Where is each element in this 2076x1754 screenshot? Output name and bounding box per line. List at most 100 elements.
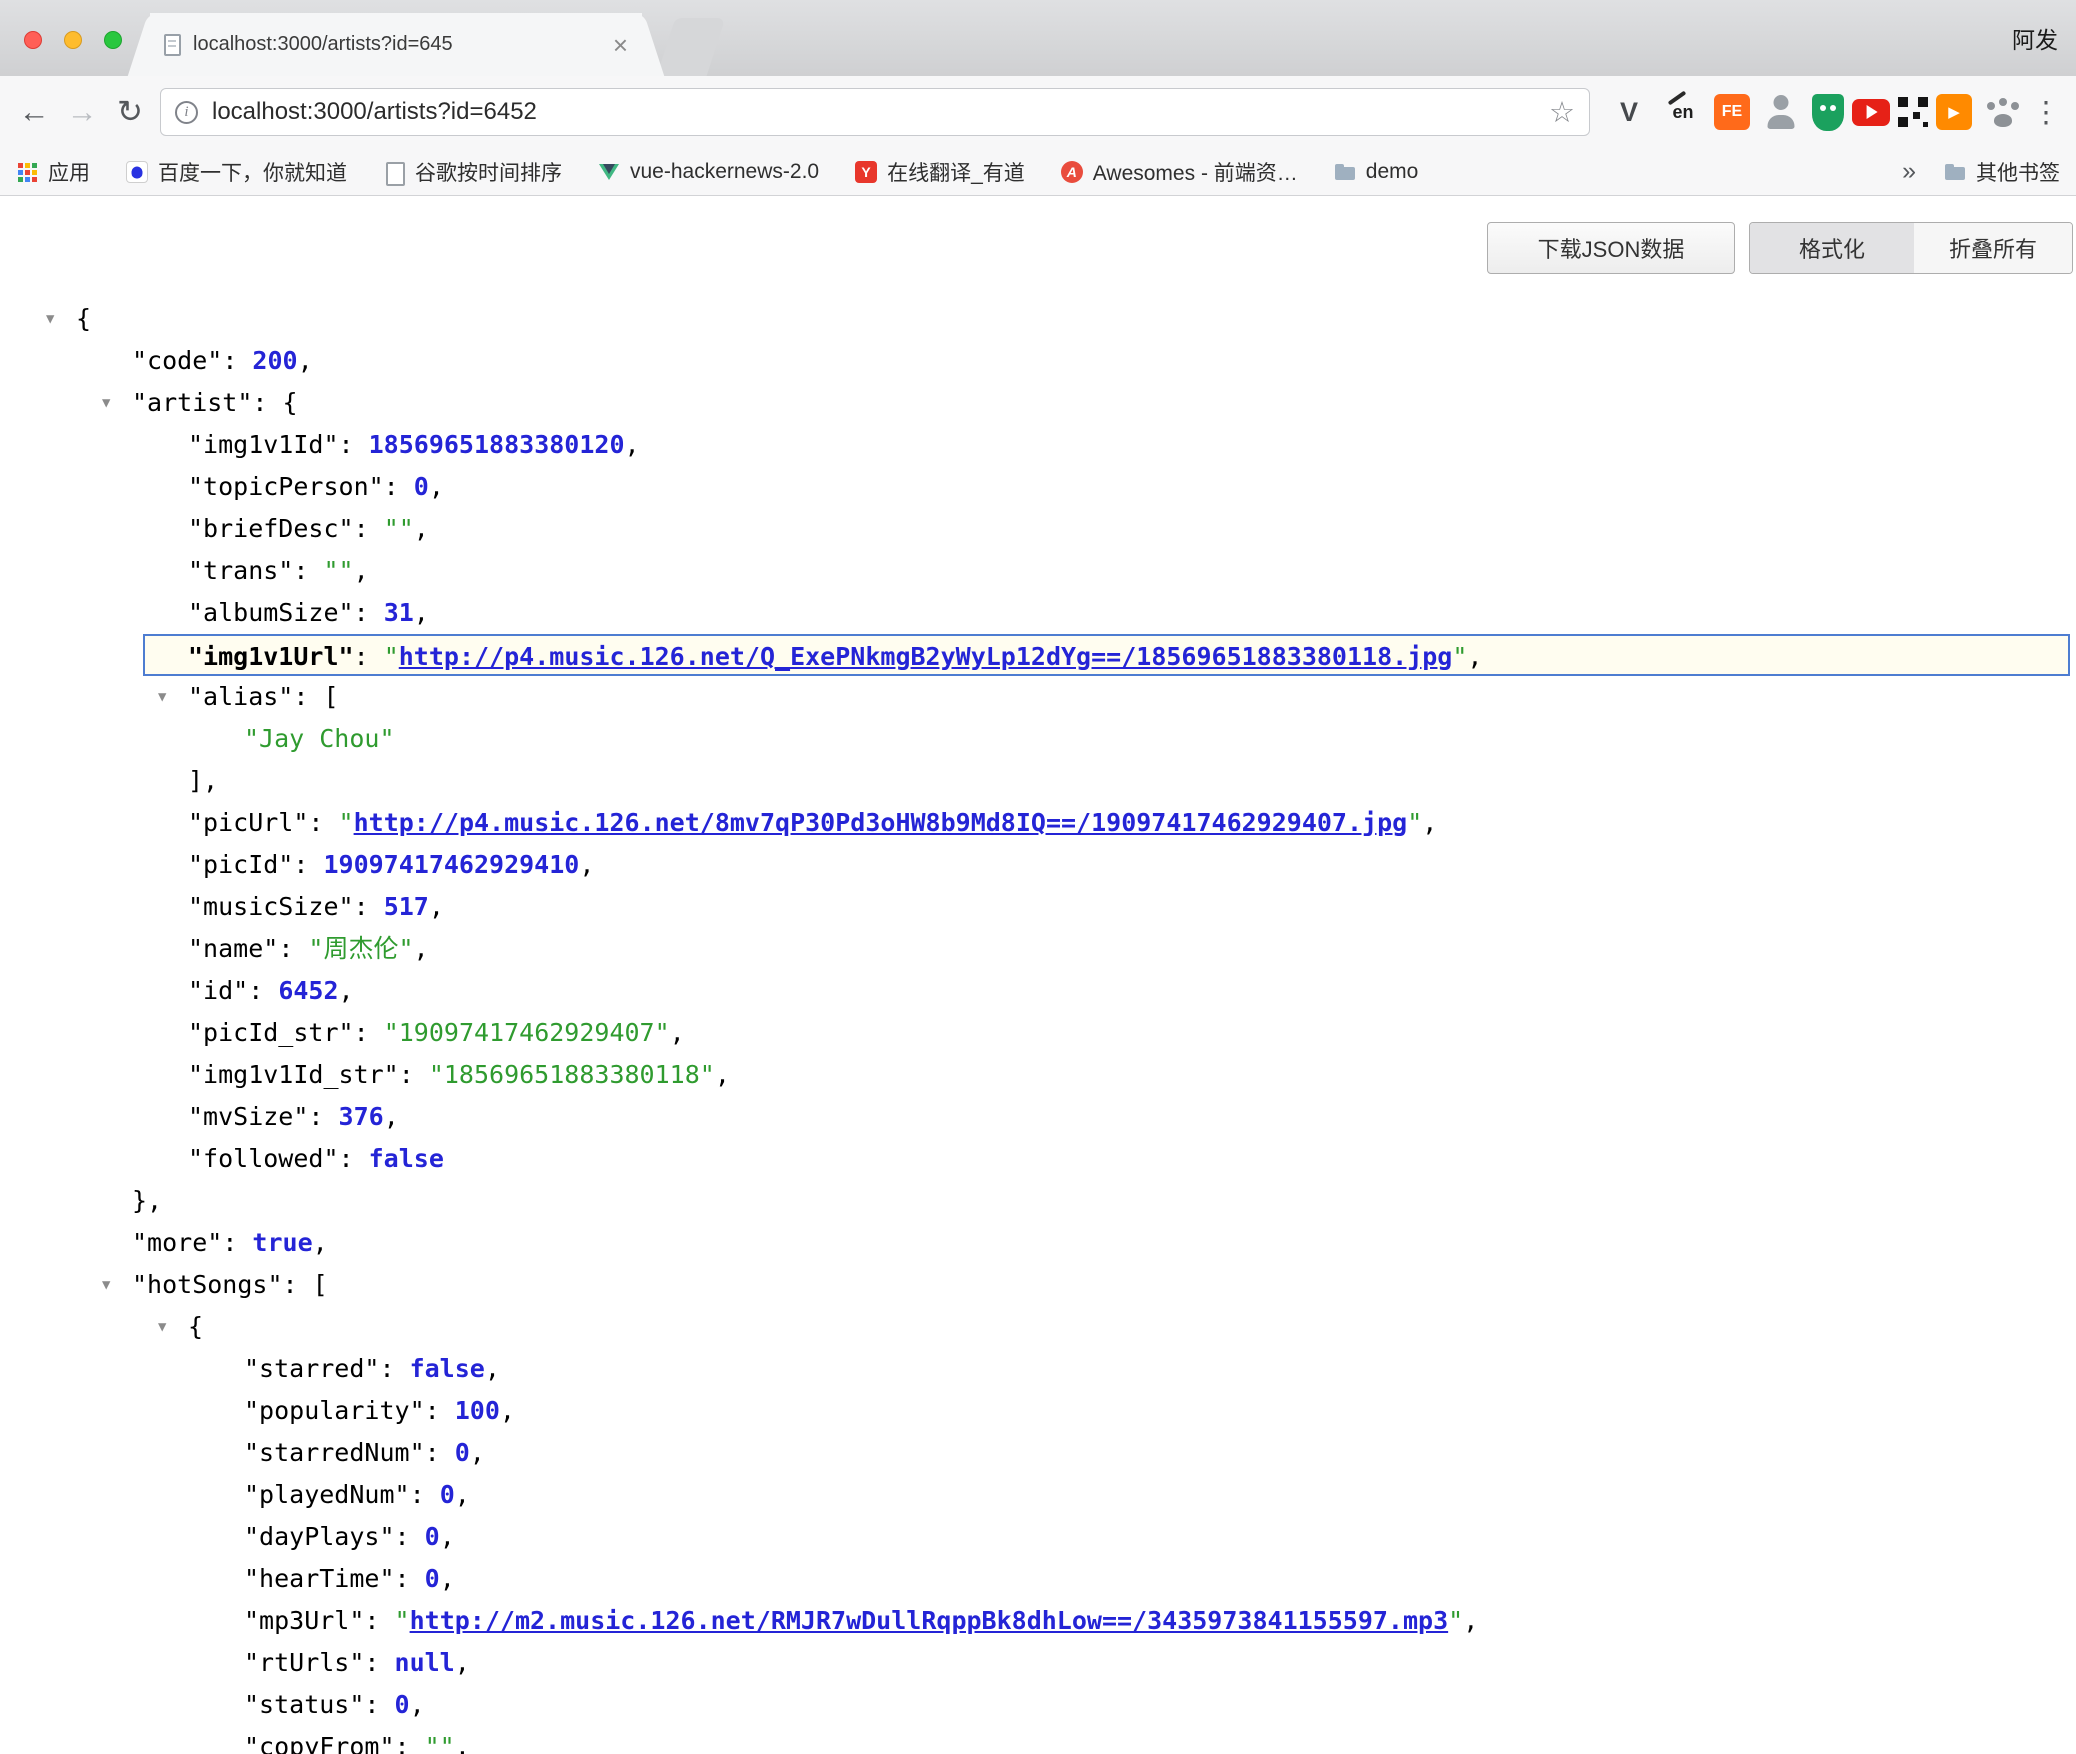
bookmark-awesomes[interactable]: AAwesomes - 前端资… [1061, 157, 1298, 187]
json-key: "picId" [188, 850, 293, 879]
window-minimize-icon[interactable] [64, 31, 82, 49]
json-value-string: "" [384, 514, 414, 543]
json-punctuation: : [354, 892, 384, 921]
download-json-button[interactable]: 下载JSON数据 [1487, 222, 1735, 274]
reload-icon[interactable]: ↻ [106, 88, 154, 136]
back-icon[interactable]: ← [10, 88, 58, 136]
json-punctuation: : [379, 1354, 409, 1383]
bookmarks-overflow-icon[interactable]: » [1902, 157, 1916, 186]
json-punctuation: : [293, 850, 323, 879]
bookmark-apps[interactable]: 应用 [16, 157, 90, 187]
json-line: "hearTime": 0, [0, 1558, 2076, 1600]
json-line: "name": "周杰伦", [0, 928, 2076, 970]
bookmark-demo[interactable]: demo [1334, 160, 1419, 184]
json-line: "id": 6452, [0, 970, 2076, 1012]
bookmark-label: 百度一下，你就知道 [158, 157, 347, 187]
fe-icon[interactable]: FE [1714, 94, 1750, 130]
bookmark-google-time-sort[interactable]: 谷歌按时间排序 [383, 157, 562, 187]
json-value-number: 6452 [278, 976, 338, 1005]
json-punctuation: , [384, 1102, 399, 1131]
tab-close-icon[interactable]: × [613, 32, 628, 58]
window-zoom-icon[interactable] [104, 31, 122, 49]
browser-tab[interactable]: localhost:3000/artists?id=645 × [150, 13, 642, 76]
tab-title: localhost:3000/artists?id=645 [193, 33, 601, 56]
json-line: "topicPerson": 0, [0, 466, 2076, 508]
browser-menu-icon[interactable]: ⋮ [2026, 95, 2066, 130]
json-value-string: "" [323, 556, 353, 585]
json-punctuation: , [715, 1060, 730, 1089]
youdao-icon: Y [855, 161, 877, 183]
json-key: "img1v1Id" [188, 430, 339, 459]
collapse-caret-icon[interactable]: ▼ [158, 676, 166, 718]
bookmark-vue-hackernews[interactable]: vue-hackernews-2.0 [598, 160, 819, 184]
json-key: "img1v1Url" [188, 642, 354, 671]
json-line: "picId_str": "19097417462929407", [0, 1012, 2076, 1054]
other-bookmarks-folder[interactable]: 其他书签 [1944, 157, 2060, 187]
bookmark-star-icon[interactable]: ☆ [1549, 95, 1575, 130]
json-line: "rtUrls": null, [0, 1642, 2076, 1684]
json-punctuation: , [1467, 642, 1482, 671]
paw-icon[interactable] [1980, 89, 2026, 135]
json-value-string: " [1452, 642, 1467, 671]
youtube-icon[interactable] [1852, 99, 1890, 126]
json-value-string: " [384, 642, 399, 671]
json-line: "briefDesc": "", [0, 508, 2076, 550]
bookmark-youdao-translate[interactable]: Y 在线翻译_有道 [855, 157, 1025, 187]
translate-icon[interactable]: en [1660, 89, 1706, 135]
json-line: "albumSize": 31, [0, 592, 2076, 634]
forward-icon[interactable]: → [58, 88, 106, 136]
bookmark-label: 在线翻译_有道 [887, 157, 1025, 187]
json-punctuation: , [440, 1564, 455, 1593]
json-key: "rtUrls" [244, 1648, 364, 1677]
json-punctuation: : { [252, 388, 297, 417]
json-punctuation: : [384, 472, 414, 501]
new-tab-button[interactable] [657, 18, 726, 76]
apps-icon [16, 161, 38, 183]
url-text: localhost:3000/artists?id=6452 [212, 98, 1549, 126]
json-punctuation: , [455, 1480, 470, 1509]
json-punctuation: : [425, 1396, 455, 1425]
format-button[interactable]: 格式化 [1750, 223, 1914, 273]
collapse-caret-icon[interactable]: ▼ [102, 1264, 110, 1306]
json-url-link[interactable]: http://p4.music.126.net/8mv7qP30Pd3oHW8b… [354, 808, 1408, 837]
qr-icon[interactable] [1898, 97, 1928, 127]
json-url-link[interactable]: http://p4.music.126.net/Q_ExePNkmgB2yWyL… [399, 642, 1453, 671]
player-icon[interactable]: ▶ [1936, 94, 1972, 130]
collapse-caret-icon[interactable]: ▼ [158, 1306, 166, 1348]
json-value-number: 0 [395, 1690, 410, 1719]
json-line: "img1v1Id": 18569651883380120, [0, 424, 2076, 466]
json-key: "hearTime" [244, 1564, 395, 1593]
collapse-caret-icon[interactable]: ▼ [102, 382, 110, 424]
json-value-string: " [1448, 1606, 1463, 1635]
json-punctuation: : [354, 642, 384, 671]
shield-icon[interactable] [1812, 94, 1844, 131]
json-punctuation: , [440, 1522, 455, 1551]
profile-name[interactable]: 阿发 [2012, 0, 2058, 76]
json-key: "status" [244, 1690, 364, 1719]
json-key: "img1v1Id_str" [188, 1060, 399, 1089]
json-value-number: 100 [455, 1396, 500, 1425]
page-content: 下载JSON数据 格式化 折叠所有 ▼{"code": 200,▼"artist… [0, 196, 2076, 1754]
json-line: "Jay Chou" [0, 718, 2076, 760]
json-line: }, [0, 1180, 2076, 1222]
json-line: "trans": "", [0, 550, 2076, 592]
vimium-icon[interactable]: V [1606, 89, 1652, 135]
json-key: "dayPlays" [244, 1522, 395, 1551]
window-close-icon[interactable] [24, 31, 42, 49]
bookmark-baidu[interactable]: 百度一下，你就知道 [126, 157, 347, 187]
page-info-icon[interactable]: i [175, 101, 198, 124]
collapse-all-button[interactable]: 折叠所有 [1914, 223, 2072, 273]
person-icon[interactable] [1758, 89, 1804, 135]
bookmark-label: demo [1366, 160, 1419, 184]
json-line: "playedNum": 0, [0, 1474, 2076, 1516]
json-punctuation: : [339, 1144, 369, 1173]
json-toolbar: 下载JSON数据 格式化 折叠所有 [1487, 222, 2073, 274]
collapse-caret-icon[interactable]: ▼ [46, 298, 54, 340]
omnibox[interactable]: i localhost:3000/artists?id=6452 ☆ [160, 88, 1590, 136]
json-key: "alias" [188, 682, 293, 711]
json-line: "picId": 19097417462929410, [0, 844, 2076, 886]
json-line-highlighted: "img1v1Url": "http://p4.music.126.net/Q_… [143, 634, 2070, 676]
json-key: "trans" [188, 556, 293, 585]
json-punctuation: , [414, 934, 429, 963]
json-url-link[interactable]: http://m2.music.126.net/RMJR7wDullRqppBk… [410, 1606, 1449, 1635]
